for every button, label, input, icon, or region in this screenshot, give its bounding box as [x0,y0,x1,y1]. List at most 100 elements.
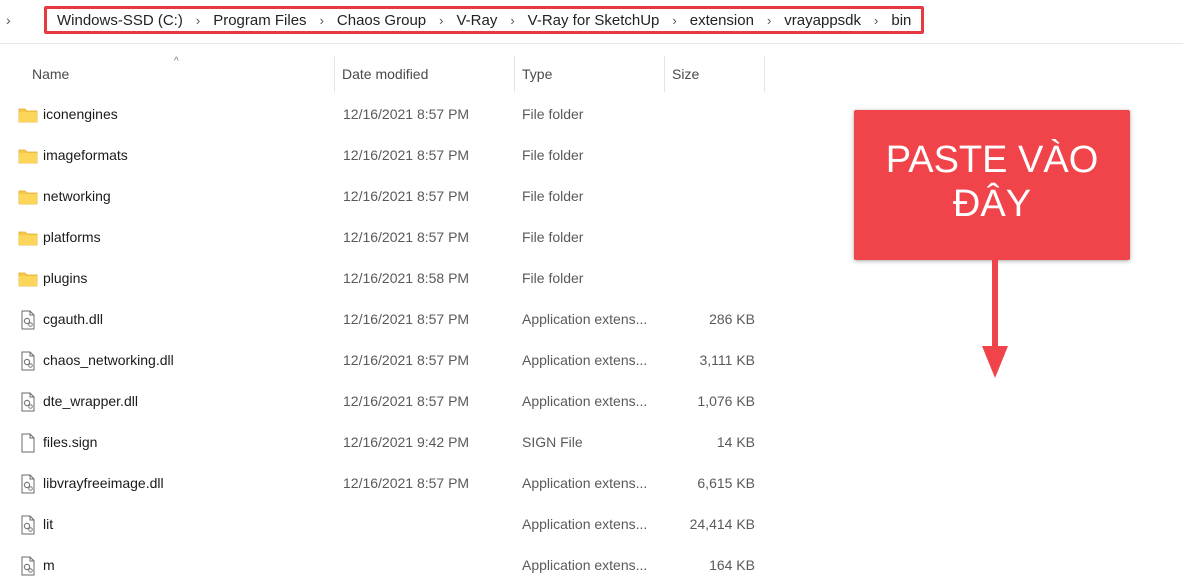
column-header-label: Date modified [342,66,429,82]
file-size: 1,076 KB [697,393,755,409]
file-row[interactable]: cgauth.dll 12/16/2021 8:57 PM Application … [0,300,770,341]
chevron-right-icon[interactable]: › [672,13,676,28]
dll-file-icon [18,351,38,371]
column-header-date[interactable]: Date modified [334,56,512,92]
file-type: File folder [522,147,584,163]
file-name: dte_wrapper.dll [43,393,138,409]
file-date-modified: 12/16/2021 8:57 PM [343,188,470,204]
file-size: 24,414 KB [689,516,755,532]
chevron-right-icon[interactable]: › [767,13,771,28]
file-row[interactable]: dte_wrapper.dll 12/16/2021 8:57 PM Applica… [0,382,770,423]
file-type: File folder [522,229,584,245]
column-header-type[interactable]: Type [514,56,662,92]
breadcrumb-item[interactable]: V-Ray for SketchUp [528,12,660,29]
file-type: File folder [522,106,584,122]
dll-file-icon [18,392,38,412]
dll-file-icon [18,515,38,535]
file-type: Application extens... [522,393,648,409]
file-date-modified: 12/16/2021 8:57 PM [343,393,470,409]
divider [0,43,1183,44]
file-date-modified: 12/16/2021 8:57 PM [343,147,470,163]
file-size: 14 KB [716,434,755,450]
file-type: Application extens... [522,352,648,368]
chevron-right-icon[interactable]: › [196,13,200,28]
column-header-label: Size [672,66,700,82]
file-name: chaos_networking.dll [43,352,174,368]
callout-line: PASTE VÀO [885,139,1099,181]
dll-file-icon [18,310,38,330]
column-header-label: Type [522,66,553,82]
column-header-size[interactable]: Size [664,56,765,92]
file-type: Application extens... [522,516,648,532]
file-type: Application extens... [522,475,648,491]
column-divider[interactable] [334,56,335,92]
file-name: cgauth.dll [43,311,103,327]
file-name: plugins [43,270,88,286]
file-date-modified: 12/16/2021 8:57 PM [343,229,470,245]
file-name: imageformats [43,147,128,163]
file-row[interactable]: m Application extens... 164 KB [0,546,770,587]
column-divider[interactable] [764,56,765,92]
breadcrumb-item[interactable]: Chaos Group [337,12,426,29]
file-type: Application extens... [522,311,648,327]
arrow-down-icon [982,260,1008,378]
breadcrumb[interactable]: Windows-SSD (C:) › Program Files › Chaos… [44,6,925,34]
breadcrumb-item[interactable]: Program Files [213,12,306,29]
file-date-modified: 12/16/2021 9:42 PM [343,434,470,450]
file-size: 6,615 KB [697,475,755,491]
file-row[interactable]: libvrayfreeimage.dll 12/16/2021 8:57 PM Ap… [0,464,770,505]
file-row[interactable]: networking 12/16/2021 8:57 PM File folder [0,177,770,218]
file-size: 164 KB [709,557,755,573]
breadcrumb-item[interactable]: Windows-SSD (C:) [57,12,183,29]
file-name: networking [43,188,111,204]
folder-icon [18,228,38,248]
file-date-modified: 12/16/2021 8:58 PM [343,270,470,286]
paste-here-callout: PASTE VÀO ĐÂY [854,110,1130,260]
breadcrumb-item[interactable]: V-Ray [456,12,497,29]
file-date-modified: 12/16/2021 8:57 PM [343,475,470,491]
file-row[interactable]: platforms 12/16/2021 8:57 PM File folder [0,218,770,259]
chevron-right-icon[interactable]: › [6,12,11,28]
folder-icon [18,187,38,207]
file-size: 286 KB [709,311,755,327]
chevron-right-icon[interactable]: › [510,13,514,28]
file-name: lit [43,516,54,532]
file-row[interactable]: iconengines 12/16/2021 8:57 PM File folder [0,95,770,136]
column-header-label: Name [32,66,70,82]
column-header-name[interactable]: Name [32,56,332,92]
file-name: files.sign [43,434,98,450]
file-row[interactable]: files.sign 12/16/2021 9:42 PM SIGN File 14 … [0,423,770,464]
file-icon [18,433,38,453]
file-row[interactable]: plugins 12/16/2021 8:58 PM File folder [0,259,770,300]
file-name: platforms [43,229,101,245]
chevron-right-icon[interactable]: › [874,13,878,28]
column-headers: Name Date modified Type Size [0,56,770,92]
file-row[interactable]: lit Application extens... 24,414 KB [0,505,770,546]
file-name: m [43,557,55,573]
file-row[interactable]: chaos_networking.dll 12/16/2021 8:57 PM Ap… [0,341,770,382]
folder-icon [18,146,38,166]
file-date-modified: 12/16/2021 8:57 PM [343,352,470,368]
breadcrumb-item[interactable]: vrayappsdk [784,12,861,29]
breadcrumb-item[interactable]: extension [690,12,754,29]
folder-icon [18,105,38,125]
file-type: SIGN File [522,434,583,450]
file-name: libvrayfreeimage.dll [43,475,164,491]
file-date-modified: 12/16/2021 8:57 PM [343,311,470,327]
chevron-right-icon[interactable]: › [439,13,443,28]
address-bar: › Windows-SSD (C:) › Program Files › Cha… [0,0,1183,42]
breadcrumb-item[interactable]: bin [891,12,911,29]
file-type: File folder [522,188,584,204]
column-divider[interactable] [664,56,665,92]
file-size: 3,111 KB [699,352,755,368]
file-date-modified: 12/16/2021 8:57 PM [343,106,470,122]
dll-file-icon [18,556,38,576]
callout-line: ĐÂY [952,183,1032,225]
chevron-right-icon[interactable]: › [320,13,324,28]
file-name: iconengines [43,106,118,122]
file-type: Application extens... [522,557,648,573]
file-row[interactable]: imageformats 12/16/2021 8:57 PM File folde… [0,136,770,177]
column-divider[interactable] [514,56,515,92]
file-type: File folder [522,270,584,286]
dll-file-icon [18,474,38,494]
